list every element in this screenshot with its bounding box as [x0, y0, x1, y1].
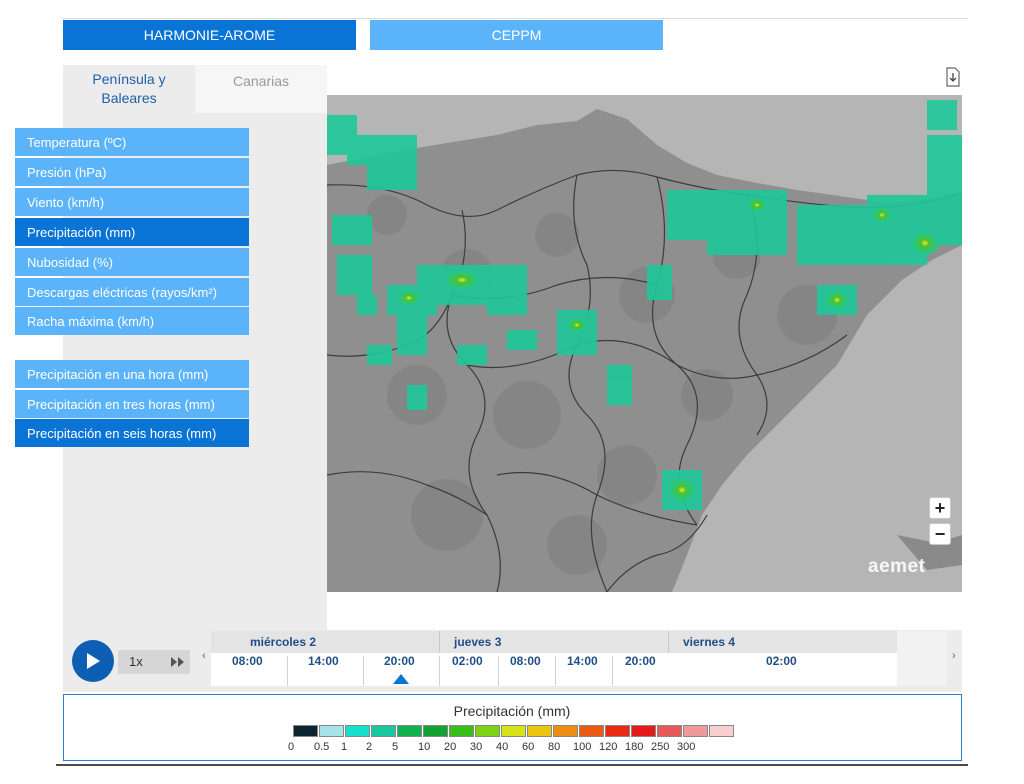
variable-racha-maxima[interactable]: Racha máxima (km/h): [15, 307, 249, 335]
hour-divider: [555, 656, 556, 686]
download-icon[interactable]: [944, 67, 962, 87]
day-label-jueves: jueves 3: [454, 635, 502, 649]
hour-slot[interactable]: 20:00: [625, 654, 656, 668]
variable-viento[interactable]: Viento (km/h): [15, 188, 249, 216]
legend-tick-label: 5: [392, 741, 399, 753]
hour-divider: [287, 656, 288, 686]
legend-swatch: [709, 725, 734, 737]
legend-swatch: [501, 725, 526, 737]
legend-swatch: [345, 725, 370, 737]
variable-precipitacion[interactable]: Precipitación (mm): [15, 218, 249, 246]
legend-tick-label: 40: [496, 741, 509, 753]
zoom-in-button[interactable]: +: [929, 497, 951, 519]
legend-swatch: [397, 725, 422, 737]
hour-slot[interactable]: 14:00: [308, 654, 339, 668]
legend-swatch: [319, 725, 344, 737]
hour-slot-selected[interactable]: 20:00: [384, 654, 415, 668]
variable-descargas[interactable]: Descargas eléctricas (rayos/km²): [15, 278, 249, 306]
bottom-divider: [56, 764, 968, 766]
legend-swatch: [293, 725, 318, 737]
current-time-marker[interactable]: [393, 674, 409, 684]
legend-tick-label: 1: [341, 741, 348, 753]
timeline-end: [897, 631, 947, 686]
hour-slot[interactable]: 02:00: [452, 654, 483, 668]
top-divider: [62, 18, 968, 19]
legend-tick-label: 20: [444, 741, 457, 753]
tab-ceppm[interactable]: CEPPM: [370, 20, 663, 50]
legend-tick-label: 60: [522, 741, 535, 753]
timeline-prev-arrow[interactable]: ‹: [202, 650, 206, 662]
legend-tick-label: 30: [470, 741, 483, 753]
legend-swatch: [683, 725, 708, 737]
page: HARMONIE-AROME CEPPM Península y Baleare…: [0, 0, 1024, 784]
speed-label: 1x: [129, 654, 143, 669]
tab-peninsula-label: Península y Baleares: [92, 71, 166, 106]
hour-slot[interactable]: 02:00: [766, 654, 797, 668]
play-button[interactable]: [72, 640, 114, 682]
legend-tick-label: 300: [677, 741, 696, 753]
legend-swatch: [657, 725, 682, 737]
legend-tick-label: 250: [651, 741, 670, 753]
tab-peninsula-baleares[interactable]: Península y Baleares: [63, 65, 195, 113]
aemet-watermark: aemet: [868, 556, 926, 577]
legend-swatch: [553, 725, 578, 737]
weather-map[interactable]: [327, 95, 962, 592]
day-divider: [668, 631, 669, 653]
legend-tick-label: 120: [599, 741, 618, 753]
fast-forward-icon[interactable]: [170, 656, 186, 668]
day-label-viernes: viernes 4: [683, 635, 736, 649]
variable-precip-seis-horas[interactable]: Precipitación en seis horas (mm): [15, 419, 249, 447]
legend-swatch: [423, 725, 448, 737]
hour-divider: [363, 656, 364, 686]
zoom-out-button[interactable]: −: [929, 523, 951, 545]
legend-swatch: [475, 725, 500, 737]
hour-divider: [498, 656, 499, 686]
legend-swatch: [527, 725, 552, 737]
legend-swatch: [371, 725, 396, 737]
day-label-miercoles: miércoles 2: [250, 635, 317, 649]
day-divider: [439, 631, 440, 653]
variable-presion[interactable]: Presión (hPa): [15, 158, 249, 186]
tab-harmonie-arome[interactable]: HARMONIE-AROME: [63, 20, 356, 50]
legend-swatch: [449, 725, 474, 737]
legend-tick-label: 10: [418, 741, 431, 753]
hour-divider: [439, 656, 440, 686]
legend-tick-label: 80: [548, 741, 561, 753]
variable-precip-tres-horas[interactable]: Precipitación en tres horas (mm): [15, 390, 249, 418]
map-canvas: [327, 95, 962, 592]
legend-tick-label: 180: [625, 741, 644, 753]
timeline-next-arrow[interactable]: ›: [952, 650, 956, 662]
legend-tick-label: 2: [366, 741, 373, 753]
play-icon: [87, 653, 100, 669]
hour-slot[interactable]: 08:00: [510, 654, 541, 668]
legend-swatch: [579, 725, 604, 737]
variable-precip-una-hora[interactable]: Precipitación en una hora (mm): [15, 360, 249, 388]
hour-divider: [612, 656, 613, 686]
legend-swatch: [605, 725, 630, 737]
hour-slot[interactable]: 14:00: [567, 654, 598, 668]
tab-canarias[interactable]: Canarias: [195, 65, 327, 113]
variable-temperatura[interactable]: Temperatura (ºC): [15, 128, 249, 156]
legend-swatch: [631, 725, 656, 737]
legend-tick-label: 0: [288, 741, 295, 753]
variable-nubosidad[interactable]: Nubosidad (%): [15, 248, 249, 276]
legend-tick-label: 100: [573, 741, 592, 753]
legend-title: Precipitación (mm): [453, 703, 571, 719]
legend-tick-label: 0.5: [314, 741, 330, 753]
hour-slot[interactable]: 08:00: [232, 654, 263, 668]
